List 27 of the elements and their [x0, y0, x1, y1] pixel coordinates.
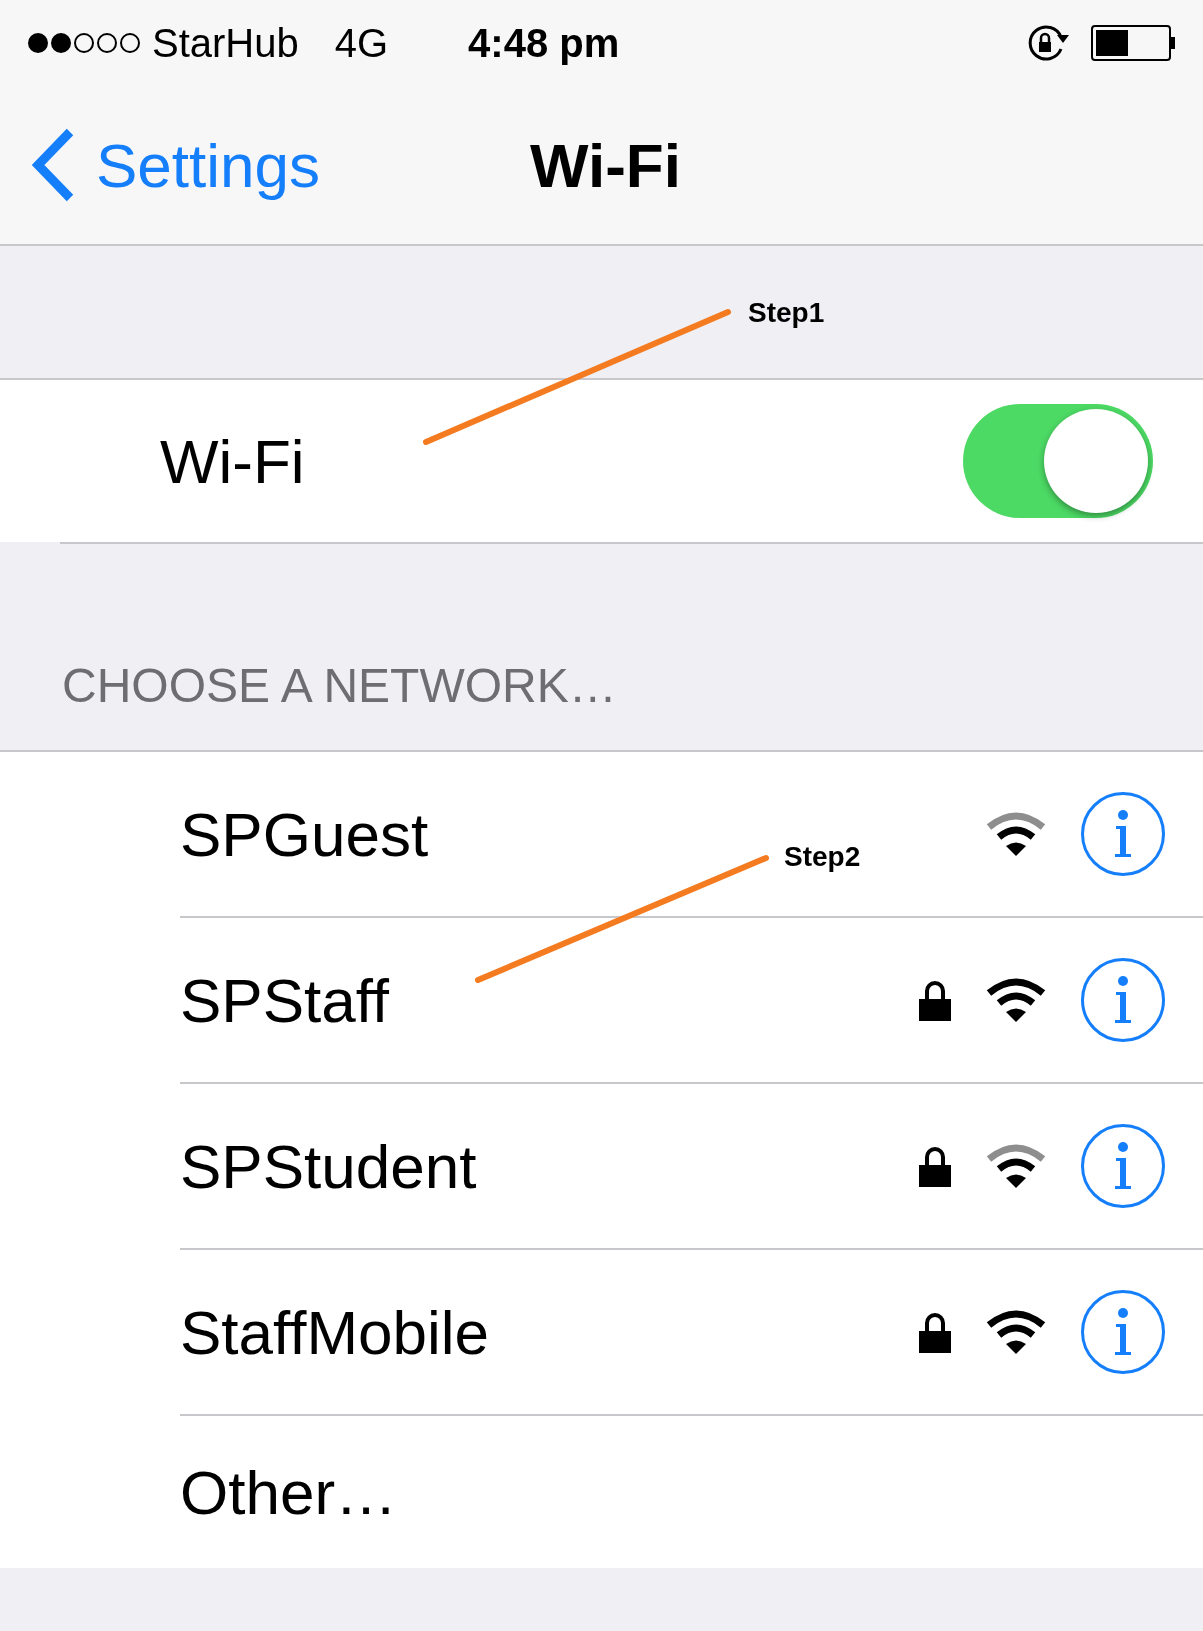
network-row[interactable]: SPStudent: [180, 1084, 1203, 1250]
info-icon: [1113, 1308, 1133, 1356]
info-icon: [1113, 976, 1133, 1024]
carrier-name: StarHub: [152, 20, 299, 67]
info-icon: [1113, 1142, 1133, 1190]
info-button[interactable]: [1081, 792, 1165, 876]
network-name: SPStaff: [180, 964, 390, 1037]
network-row[interactable]: SPStaff: [180, 918, 1203, 1084]
network-name: SPGuest: [180, 798, 429, 871]
status-time: 4:48 pm: [468, 20, 620, 67]
back-button[interactable]: Settings: [32, 118, 321, 212]
page-title: Wi-Fi: [530, 129, 681, 202]
annotation-label: Step1: [748, 296, 825, 330]
other-network-row[interactable]: Other…: [180, 1416, 1203, 1568]
wifi-label: Wi-Fi: [160, 425, 306, 498]
network-row[interactable]: StaffMobile: [180, 1250, 1203, 1416]
info-button[interactable]: [1081, 1290, 1165, 1374]
info-icon: [1113, 810, 1133, 858]
network-name: SPStudent: [180, 1130, 477, 1203]
back-chevron-icon: [32, 128, 76, 202]
info-button[interactable]: [1081, 1124, 1165, 1208]
annotation-label: Step2: [784, 840, 861, 874]
network-type: 4G: [334, 20, 389, 67]
section-header: CHOOSE A NETWORK…: [62, 658, 617, 714]
signal-dots-icon: [28, 33, 140, 53]
network-name: StaffMobile: [180, 1296, 490, 1369]
info-button[interactable]: [1081, 958, 1165, 1042]
